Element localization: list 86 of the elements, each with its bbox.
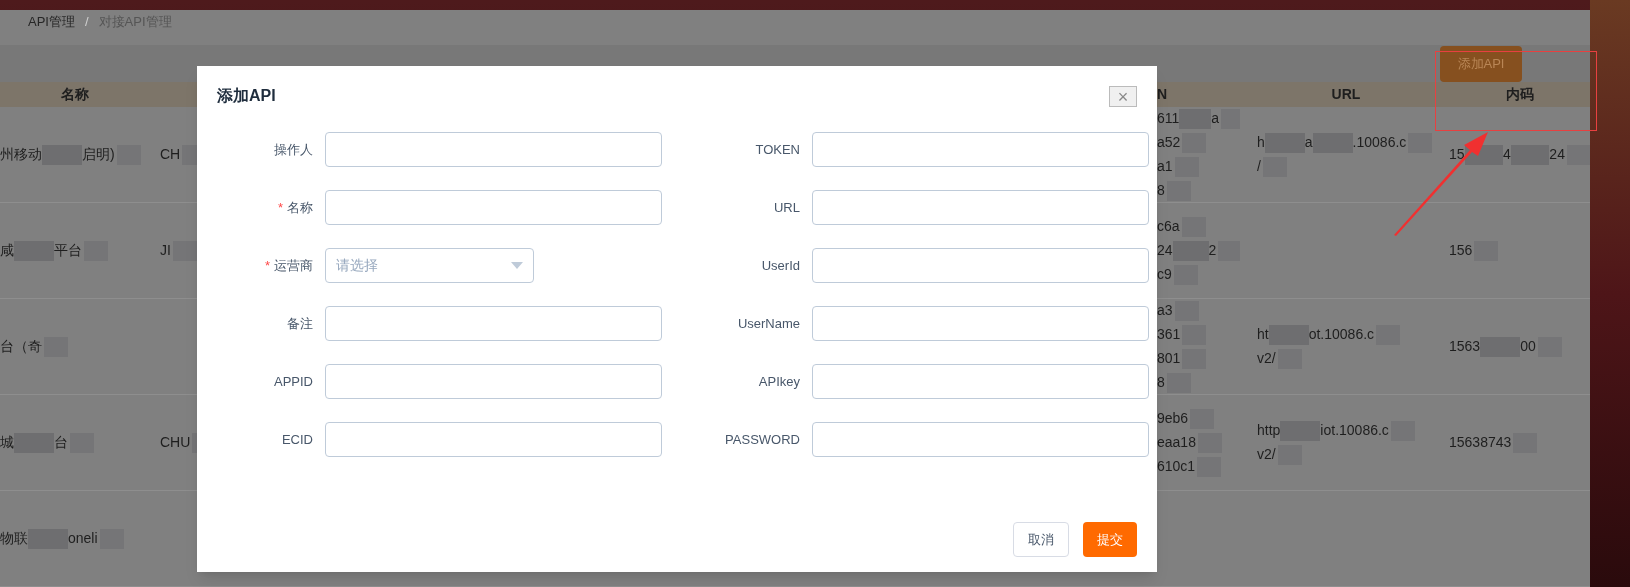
input-field[interactable] <box>325 364 662 399</box>
input-field[interactable] <box>812 248 1149 283</box>
table-cell-text: a <box>1304 133 1313 152</box>
field-label: 运营商 <box>274 256 313 275</box>
table-cell-text: ot.10086.c <box>1308 325 1375 344</box>
column-header: N <box>1157 85 1168 105</box>
input-field[interactable] <box>325 132 662 167</box>
table-cell-text: a3 <box>1157 301 1173 320</box>
table-cell-text: 15638743 <box>1449 433 1512 452</box>
table-cell-text: http <box>1257 421 1281 440</box>
table-cell-text: CHU <box>160 433 191 452</box>
table-cell-text: 8 <box>1157 181 1165 200</box>
table-cell-text: 8 <box>1157 373 1165 392</box>
table-cell-text: 物联 <box>0 529 28 548</box>
table-cell-text: 00 <box>1520 337 1536 356</box>
column-header: 名称 <box>61 85 89 105</box>
input-field[interactable] <box>325 306 662 341</box>
table-cell-text: a <box>1211 109 1219 128</box>
table-cell-text: 台（奇 <box>0 337 42 356</box>
table-cell-text: 2 <box>1208 241 1217 260</box>
field-label: 操作人 <box>274 140 313 159</box>
field-label: URL <box>774 198 800 217</box>
table-cell-text: CH <box>160 145 181 164</box>
table-cell-text: c6a <box>1157 217 1180 236</box>
required-mark: * <box>264 256 270 275</box>
input-field[interactable] <box>812 364 1149 399</box>
input-field[interactable] <box>325 190 662 225</box>
table-cell-text: 州移动 <box>0 145 42 164</box>
field-label: ECID <box>281 430 313 449</box>
close-button[interactable]: × <box>1109 86 1137 107</box>
table-cell-text: 24 <box>1549 145 1565 164</box>
table-cell-text: 610c1 <box>1157 457 1196 476</box>
table-cell-text: c9 <box>1157 265 1172 284</box>
breadcrumb-item[interactable]: API管理 <box>28 11 75 32</box>
table-cell-text: a1 <box>1157 157 1173 176</box>
table-cell-text: 4 <box>1503 145 1511 164</box>
table-cell-text: 15 <box>1449 145 1465 164</box>
table-cell-text: 启明) <box>82 145 115 164</box>
table-cell-text: iot.10086.c <box>1320 421 1389 440</box>
table-cell-text: a52 <box>1157 133 1181 152</box>
table-cell-text: 平台 <box>54 241 82 260</box>
table-cell-text: 城 <box>0 433 14 452</box>
table-cell-text: JI <box>160 241 171 260</box>
table-cell-text: v2/ <box>1257 445 1276 464</box>
mosaic-block <box>1166 180 1191 201</box>
table-cell-text: h <box>1257 133 1265 152</box>
table-cell-text: oneli <box>68 529 98 548</box>
field-label: APIkey <box>758 372 800 391</box>
column-header: 内码 <box>1505 85 1534 105</box>
caret-icon <box>511 262 523 269</box>
field-label: TOKEN <box>755 140 800 159</box>
dialog-title: 添加API <box>217 86 276 106</box>
breadcrumb-separator: / <box>84 12 89 31</box>
required-mark: * <box>277 198 283 217</box>
table-cell-text: v2/ <box>1257 349 1276 368</box>
field-label: 名称 <box>287 198 313 217</box>
field-label: UserId <box>761 256 800 275</box>
table-cell-text: 361 <box>1157 325 1181 344</box>
table-cell-text: eaa18 <box>1157 433 1196 452</box>
input-field[interactable] <box>812 132 1149 167</box>
input-field[interactable] <box>812 190 1149 225</box>
field-label: UserName <box>737 314 800 333</box>
table-cell-text: 9eb6 <box>1157 409 1189 428</box>
table-cell-text: 1563 <box>1449 337 1481 356</box>
field-label: PASSWORD <box>725 430 800 449</box>
field-label: APPID <box>274 372 313 391</box>
input-field[interactable] <box>325 422 662 457</box>
cancel-button[interactable]: 取消 <box>1013 522 1069 557</box>
mosaic-block <box>172 240 197 261</box>
input-field[interactable] <box>812 306 1149 341</box>
field-label: 备注 <box>287 314 313 333</box>
column-header: URL <box>1331 85 1361 105</box>
table-cell-text: 156 <box>1449 241 1473 260</box>
table-cell-text: 801 <box>1157 349 1181 368</box>
table-cell-text: ht <box>1257 325 1269 344</box>
table-cell-text: 咸 <box>0 241 14 260</box>
mosaic-block <box>1166 372 1191 393</box>
table-cell-text: 台 <box>54 433 68 452</box>
table-cell-text: / <box>1257 157 1261 176</box>
input-field[interactable] <box>812 422 1149 457</box>
mosaic-block <box>1174 300 1199 321</box>
select-field[interactable]: 请选择 <box>325 248 534 283</box>
table-cell-text: .10086.c <box>1352 133 1407 152</box>
table-cell-text: 611 <box>1157 109 1180 128</box>
submit-button[interactable]: 提交 <box>1083 522 1137 557</box>
table-cell-text: 24 <box>1157 241 1173 260</box>
